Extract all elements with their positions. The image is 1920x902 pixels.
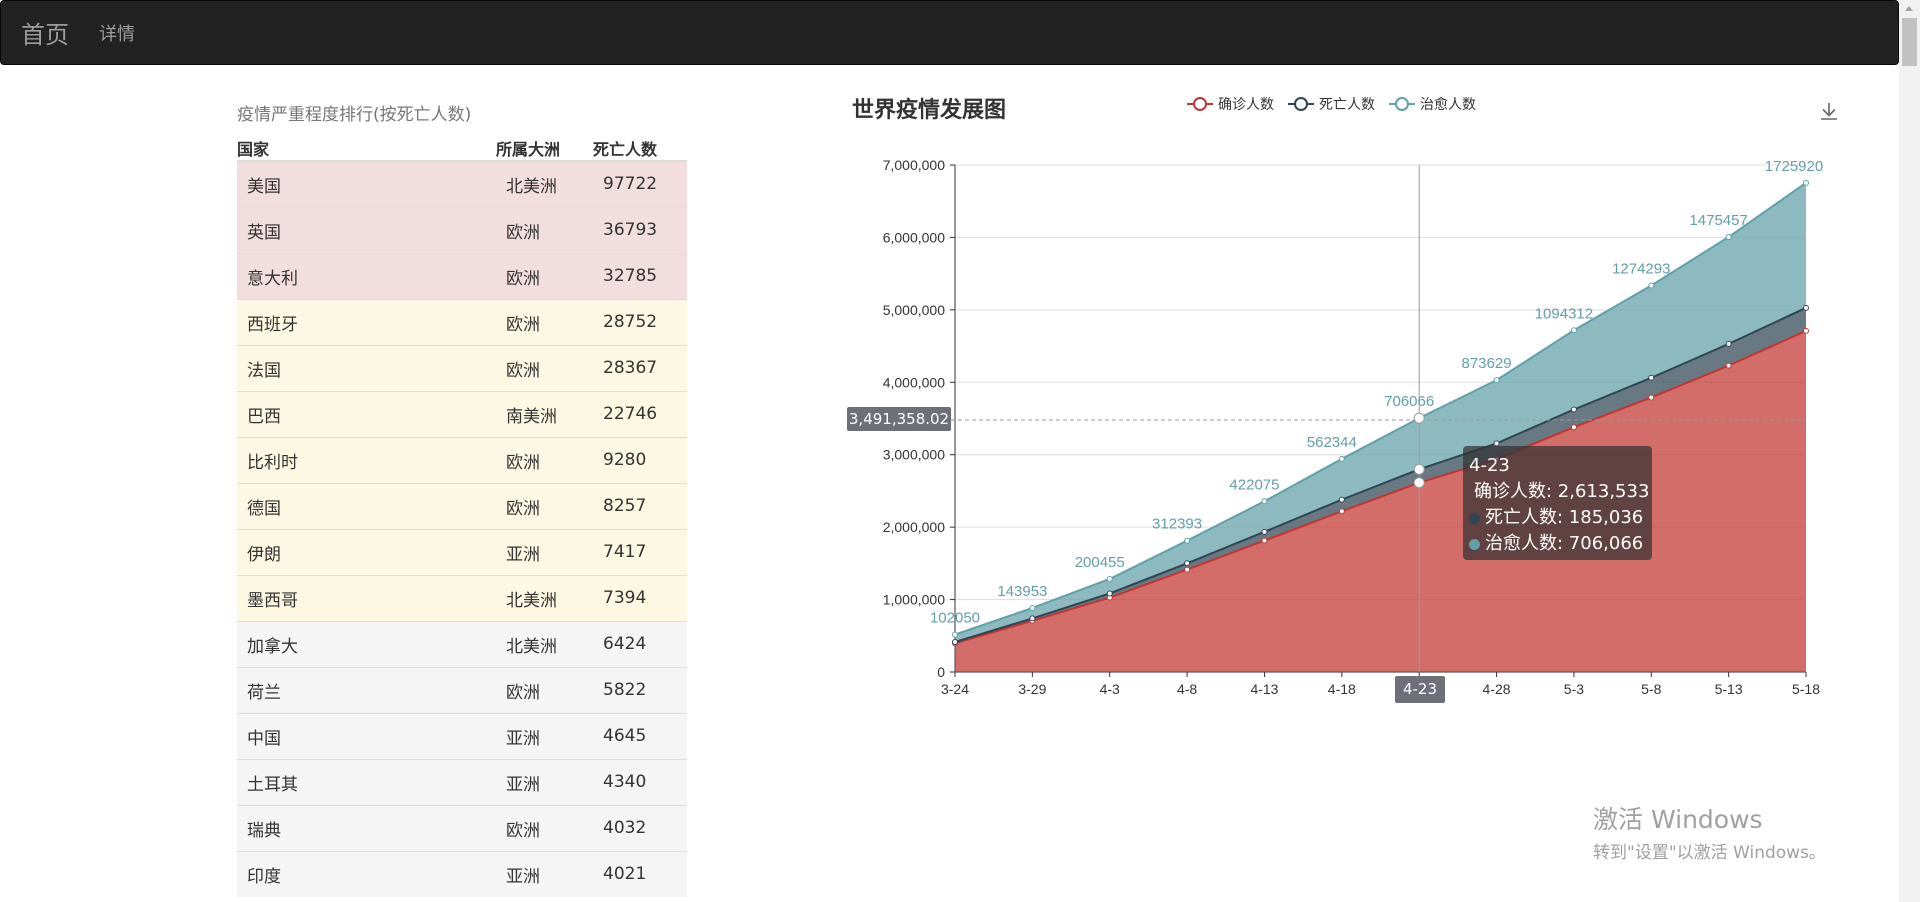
tooltip-dot-deaths <box>1469 512 1480 524</box>
tooltip-confirmed: 确诊人数: 2,613,533 <box>1474 481 1650 502</box>
data-point <box>1413 463 1425 475</box>
data-point <box>952 631 958 638</box>
data-point <box>1184 560 1191 567</box>
tooltip-title: 4-23 <box>1469 455 1510 476</box>
data-point <box>1338 455 1345 462</box>
x-tick-label: 3-29 <box>1018 681 1046 697</box>
data-label: 200455 <box>1075 554 1125 571</box>
data-point <box>1106 590 1113 597</box>
x-tick-label: 4-13 <box>1250 681 1278 697</box>
tooltip-dot-recovered <box>1469 538 1480 550</box>
data-label: 422075 <box>1229 476 1279 493</box>
data-point <box>1261 528 1268 535</box>
data-label: 706066 <box>1384 393 1434 410</box>
x-axis-pointer-label: 4-23 <box>1395 676 1445 703</box>
data-label: 1094312 <box>1535 305 1593 322</box>
data-point <box>1029 615 1036 622</box>
x-tick-label: 5-3 <box>1564 681 1584 697</box>
data-label: 143953 <box>997 583 1047 600</box>
data-point <box>1648 374 1655 381</box>
data-point <box>1725 340 1732 347</box>
y-tick-label: 0 <box>937 664 945 680</box>
data-label: 1274293 <box>1612 260 1670 277</box>
x-tick-label: 4-3 <box>1100 681 1120 697</box>
data-point <box>1338 496 1345 503</box>
data-point <box>1803 179 1809 186</box>
data-label: 1725920 <box>1765 158 1823 175</box>
data-point <box>1570 327 1577 334</box>
data-point <box>1413 412 1425 424</box>
data-point <box>1261 537 1268 544</box>
data-point <box>1029 604 1036 611</box>
x-tick-label: 5-13 <box>1715 681 1743 697</box>
data-label: 562344 <box>1307 434 1357 451</box>
y-tick-label: 4,000,000 <box>883 374 945 390</box>
data-point <box>1725 362 1732 369</box>
y-tick-label: 6,000,000 <box>883 229 945 245</box>
watermark-line1: 激活 Windows <box>1593 805 1763 834</box>
tooltip-row: 确诊人数: 2,613,533 <box>1469 479 1650 505</box>
data-point <box>1261 498 1268 505</box>
data-point <box>1338 508 1345 515</box>
tooltip-row: 死亡人数: 185,036 <box>1469 505 1646 531</box>
data-point <box>1493 377 1500 384</box>
data-point <box>1648 282 1655 289</box>
x-tick-label: 5-18 <box>1792 681 1820 697</box>
data-point <box>1725 234 1732 241</box>
data-point <box>1570 406 1577 413</box>
data-label: 873629 <box>1462 355 1512 372</box>
data-point <box>1106 575 1113 582</box>
y-tick-label: 2,000,000 <box>883 519 945 535</box>
data-label: 102050 <box>930 610 980 627</box>
data-point <box>1803 304 1809 311</box>
x-tick-label: 4-8 <box>1177 681 1197 697</box>
tooltip-deaths: 死亡人数: 185,036 <box>1485 507 1644 528</box>
chart-tooltip: 4-23 确诊人数: 2,613,533 死亡人数: 185,036 治愈人数:… <box>1463 446 1652 560</box>
tooltip-row: 治愈人数: 706,066 <box>1469 531 1646 557</box>
watermark-line2: 转到"设置"以激活 Windows。 <box>1593 843 1826 863</box>
y-tick-label: 5,000,000 <box>883 302 945 318</box>
y-tick-label: 1,000,000 <box>883 592 945 608</box>
data-point <box>952 639 958 646</box>
x-tick-label: 4-28 <box>1483 681 1511 697</box>
x-tick-label: 5-8 <box>1641 681 1661 697</box>
y-axis-pointer-label: 3,491,358.02 <box>847 407 951 431</box>
data-point <box>1648 394 1655 401</box>
y-tick-label: 3,000,000 <box>883 447 945 463</box>
y-tick-label: 7,000,000 <box>883 157 945 173</box>
windows-activation-watermark: 激活 Windows 转到"设置"以激活 Windows。 <box>1593 800 1826 863</box>
data-point <box>1184 566 1191 573</box>
data-point <box>1570 424 1577 431</box>
tooltip-recovered: 治愈人数: 706,066 <box>1485 533 1644 554</box>
data-point <box>1803 327 1809 334</box>
x-tick-label: 3-24 <box>941 681 969 697</box>
data-label: 312393 <box>1152 516 1202 533</box>
data-point <box>1184 537 1191 544</box>
data-point <box>1413 477 1425 489</box>
x-tick-label: 4-18 <box>1328 681 1356 697</box>
data-label: 1475457 <box>1689 212 1747 229</box>
